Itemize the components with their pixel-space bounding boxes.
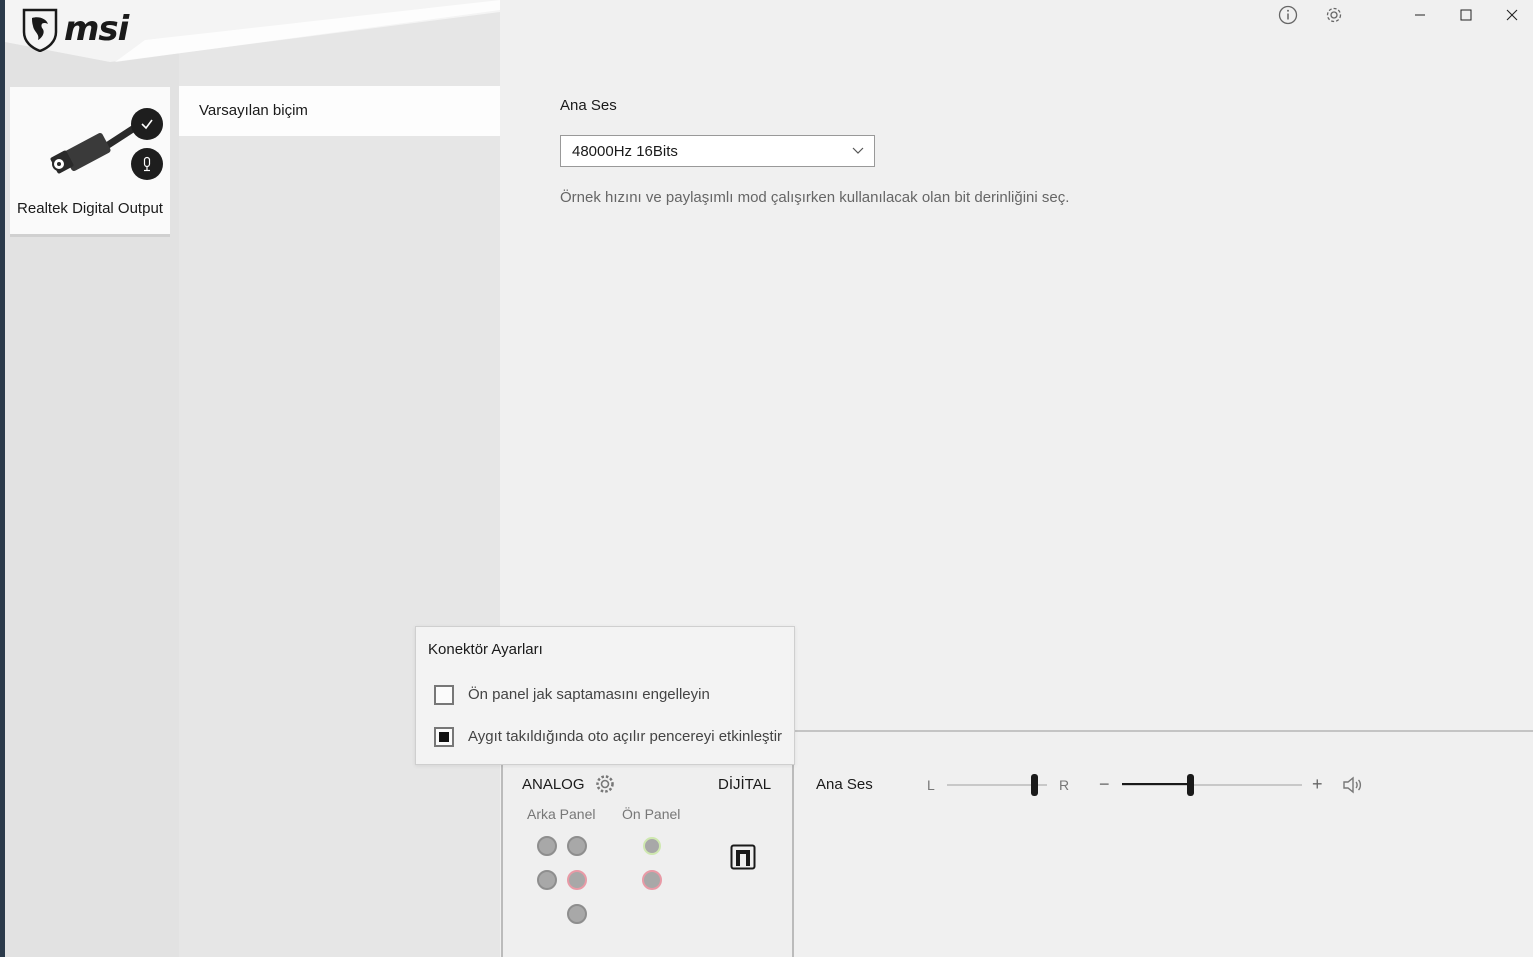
connector-settings-gear-icon[interactable] [594, 773, 616, 795]
nav-item-label: Varsayılan biçim [199, 102, 308, 119]
connector-panel: ANALOG DİJİTAL Arka Panel Ön Panel [501, 764, 794, 957]
front-panel-label: Ön Panel [622, 806, 681, 822]
front-jack-detection-checkbox[interactable] [434, 685, 454, 705]
brand-name: msi [64, 9, 129, 49]
rear-jack[interactable] [537, 870, 557, 890]
auto-popup-label: Aygıt takıldığında oto açılır pencereyi … [468, 728, 783, 745]
volume-slider-thumb[interactable] [1187, 774, 1195, 796]
auto-popup-checkbox[interactable] [434, 727, 454, 747]
microphone-icon [131, 148, 163, 180]
device-name: Realtek Digital Output [17, 200, 163, 217]
balance-right-label: R [1059, 777, 1070, 793]
volume-increase-button[interactable]: + [1312, 774, 1323, 795]
front-jack-detection-label: Ön panel jak saptamasını engelleyin [468, 686, 710, 703]
rear-panel-label: Arka Panel [527, 806, 596, 822]
analog-label: ANALOG [522, 776, 585, 793]
msi-logo: msi [20, 6, 129, 52]
popup-title: Konektör Ayarları [428, 641, 543, 658]
format-select[interactable]: 48000Hz 16Bits [560, 135, 875, 167]
maximize-icon[interactable] [1455, 4, 1477, 26]
front-jack-pink[interactable] [642, 870, 662, 890]
device-card[interactable]: Realtek Digital Output [10, 87, 170, 237]
volume-slider-fill [1122, 783, 1191, 785]
balance-slider-thumb[interactable] [1030, 774, 1038, 796]
check-icon [131, 108, 163, 140]
bottom-divider [795, 730, 1533, 732]
close-icon[interactable] [1501, 4, 1523, 26]
rear-jack[interactable] [567, 904, 587, 924]
connector-settings-popup: Konektör Ayarları Ön panel jak saptaması… [415, 626, 795, 765]
digital-label: DİJİTAL [718, 776, 772, 793]
nav-item-default-format[interactable]: Varsayılan biçim [179, 86, 500, 136]
rear-jack[interactable] [537, 836, 557, 856]
format-select-value: 48000Hz 16Bits [572, 143, 678, 160]
format-description: Örnek hızını ve paylaşımlı mod çalışırke… [560, 189, 1070, 206]
info-icon[interactable] [1277, 4, 1299, 26]
spdif-port-icon[interactable] [730, 844, 756, 870]
front-jack-green[interactable] [643, 837, 661, 855]
chevron-down-icon [852, 147, 864, 154]
speaker-icon[interactable] [1342, 775, 1364, 795]
section-label: Ana Ses [560, 97, 617, 114]
navigation-column [179, 0, 500, 957]
balance-left-label: L [927, 777, 935, 793]
rear-jack-pink[interactable] [567, 870, 587, 890]
gear-icon[interactable] [1323, 4, 1345, 26]
minimize-icon[interactable] [1409, 4, 1431, 26]
volume-label: Ana Ses [816, 776, 873, 793]
volume-decrease-button[interactable]: − [1099, 774, 1110, 795]
dragon-shield-icon [22, 8, 58, 52]
rear-jack[interactable] [567, 836, 587, 856]
